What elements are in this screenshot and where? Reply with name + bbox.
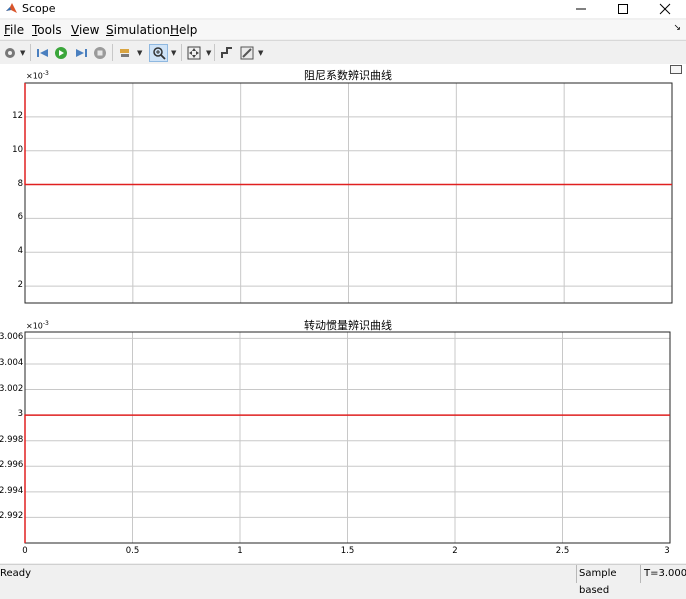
menu-tools[interactable]: Tools bbox=[32, 23, 62, 37]
menu-view[interactable]: View bbox=[71, 23, 99, 37]
ytick-label: 10 bbox=[12, 144, 23, 155]
status-ready: Ready bbox=[0, 568, 32, 579]
xtick-label: 0.5 bbox=[125, 546, 140, 556]
cursor-measure-icon[interactable] bbox=[219, 45, 235, 61]
toolbar-separator bbox=[181, 44, 182, 61]
ytick-label: 4 bbox=[17, 246, 23, 257]
zoom-dropdown-icon[interactable]: ▼ bbox=[171, 49, 176, 57]
toolbar-separator bbox=[30, 44, 31, 61]
toolbar-separator bbox=[112, 44, 113, 61]
toolbar: ▼ ▼ ▼ ▼ ▼ bbox=[0, 40, 686, 65]
undock-axes-button[interactable] bbox=[670, 65, 682, 74]
stop-icon[interactable] bbox=[92, 45, 108, 61]
menu-simulation[interactable]: Simulation bbox=[106, 23, 170, 37]
autoscale-dropdown-icon[interactable]: ▼ bbox=[206, 49, 211, 57]
exponent-label-1: ×10-3 bbox=[26, 70, 49, 81]
ytick-label: 3.002 bbox=[0, 383, 24, 394]
ytick-label: 2 bbox=[17, 280, 23, 291]
dock-pin-icon[interactable]: ↘ bbox=[673, 23, 681, 33]
style-dropdown-icon[interactable]: ▼ bbox=[258, 49, 263, 57]
axes-title-1: 阻尼系数辨识曲线 bbox=[304, 69, 392, 82]
axes-1[interactable] bbox=[24, 82, 673, 304]
step-forward-icon[interactable] bbox=[73, 45, 89, 61]
title-bar: Scope bbox=[0, 0, 686, 18]
gear-dropdown-icon[interactable]: ▼ bbox=[20, 49, 25, 57]
axes-title-2: 转动惯量辨识曲线 bbox=[304, 319, 392, 332]
xtick-label: 0 bbox=[22, 546, 28, 556]
window-title: Scope bbox=[22, 2, 56, 15]
highlight-dropdown-icon[interactable]: ▼ bbox=[137, 49, 142, 57]
close-button[interactable] bbox=[644, 0, 686, 18]
autoscale-icon[interactable] bbox=[186, 45, 202, 61]
ytick-label: 3.004 bbox=[0, 357, 24, 368]
ytick-label: 3 bbox=[17, 409, 23, 420]
maximize-button[interactable] bbox=[602, 0, 644, 18]
ytick-label: 3.006 bbox=[0, 332, 24, 343]
minimize-button[interactable] bbox=[560, 0, 602, 18]
ytick-label: 2.994 bbox=[0, 485, 24, 496]
menu-bar: File Tools View Simulation Help ↘ bbox=[0, 20, 686, 39]
xtick-label: 2.5 bbox=[555, 546, 570, 556]
ytick-label: 2.992 bbox=[0, 511, 24, 522]
xtick-label: 2 bbox=[452, 546, 458, 556]
menu-help[interactable]: Help bbox=[170, 23, 197, 37]
ytick-label: 8 bbox=[17, 178, 23, 189]
status-time: T=3.000 bbox=[640, 565, 686, 583]
ytick-label: 12 bbox=[12, 110, 23, 121]
highlight-icon[interactable] bbox=[117, 45, 133, 61]
style-icon[interactable] bbox=[239, 45, 255, 61]
ytick-label: 6 bbox=[17, 212, 23, 223]
ytick-label: 2.998 bbox=[0, 434, 24, 445]
gear-icon[interactable] bbox=[2, 45, 18, 61]
xtick-label: 1 bbox=[237, 546, 243, 556]
status-bar: Ready Sample based T=3.000 bbox=[0, 564, 686, 596]
menu-file[interactable]: File bbox=[4, 23, 24, 37]
matlab-logo-icon bbox=[5, 2, 18, 15]
plot-area[interactable]: 阻尼系数辨识曲线 ×10-3 2 4 6 8 10 12 转动惯量辨识曲线 ×10-3 2… bbox=[0, 64, 686, 563]
xtick-label: 3 bbox=[664, 546, 670, 556]
exponent-label-2: ×10-3 bbox=[26, 320, 49, 331]
step-back-icon[interactable] bbox=[35, 45, 51, 61]
run-icon[interactable] bbox=[53, 45, 69, 61]
toolbar-separator bbox=[214, 44, 215, 61]
status-mode: Sample based bbox=[576, 565, 641, 596]
axes-2[interactable] bbox=[24, 331, 671, 544]
xtick-label: 1.5 bbox=[340, 546, 355, 556]
ytick-label: 2.996 bbox=[0, 460, 24, 471]
zoom-icon[interactable] bbox=[149, 44, 168, 62]
